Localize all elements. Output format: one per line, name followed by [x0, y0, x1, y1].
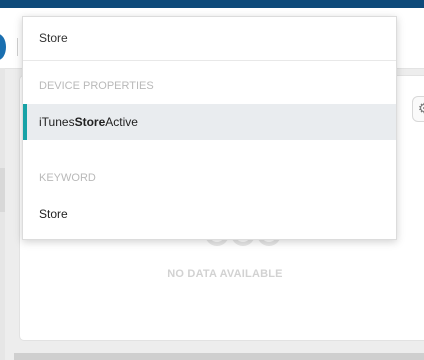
blue-indicator-icon — [0, 34, 6, 60]
search-input[interactable]: Store — [39, 31, 68, 45]
settings-gear-icon: ⚙ — [418, 101, 424, 117]
search-dropdown: Store DEVICE PROPERTIES iTunes Store Act… — [22, 16, 397, 240]
device-property-item[interactable]: iTunes Store Active — [23, 104, 396, 140]
keyword-item[interactable]: Store — [23, 196, 396, 232]
keyword-section-title: KEYWORD — [39, 172, 96, 184]
device-properties-section-title: DEVICE PROPERTIES — [39, 80, 154, 92]
bottom-shadow — [14, 353, 424, 360]
settings-button[interactable]: ⚙ — [412, 96, 424, 122]
device-property-item-prefix: iTunes — [39, 115, 75, 129]
keyword-item-label: Store — [39, 207, 68, 221]
no-data-label: NO DATA AVAILABLE — [167, 268, 283, 280]
device-property-item-suffix: Active — [105, 115, 138, 129]
side-panel-highlight — [0, 168, 5, 212]
dropdown-divider — [23, 60, 396, 61]
top-navigation-bar — [0, 0, 424, 8]
side-panel — [0, 68, 5, 360]
device-property-item-highlight: Store — [74, 115, 106, 129]
header-separator — [17, 38, 18, 56]
